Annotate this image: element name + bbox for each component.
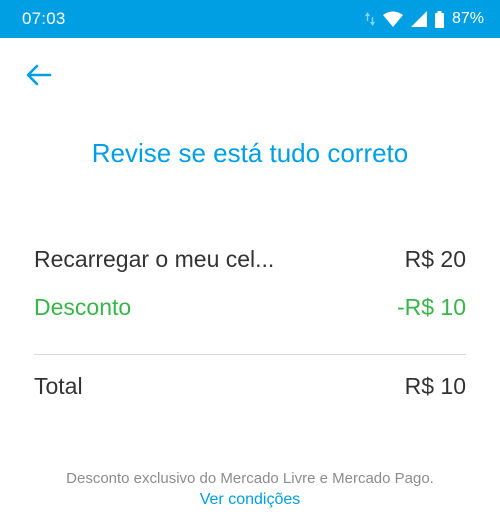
battery-icon [434, 10, 444, 28]
divider [34, 354, 466, 355]
item-label: Recarregar o meu cel... [34, 246, 275, 272]
data-arrows-icon [364, 11, 375, 27]
total-label: Total [34, 373, 83, 399]
item-row: Recarregar o meu cel... R$ 20 [34, 246, 466, 273]
view-conditions-link[interactable]: Ver condições [0, 491, 500, 509]
page-title: Revise se está tudo correto [91, 138, 409, 168]
status-icons: 87% [364, 10, 484, 28]
discount-row: Desconto -R$ 10 [34, 294, 466, 321]
battery-percent: 87% [451, 10, 484, 27]
status-time: 07:03 [22, 9, 66, 28]
discount-label: Desconto [34, 294, 132, 320]
total-value: R$ 10 [404, 373, 466, 399]
wifi-icon [382, 11, 403, 27]
signal-icon [410, 11, 427, 27]
discount-value: -R$ 10 [396, 294, 466, 320]
total-row: Total R$ 10 [34, 373, 466, 400]
discount-disclaimer: Desconto exclusivo do Mercado Livre e Me… [66, 470, 434, 487]
back-button[interactable] [22, 60, 56, 94]
status-bar: 07:03 87% [0, 0, 500, 38]
item-value: R$ 20 [404, 246, 466, 272]
arrow-left-icon [26, 64, 52, 91]
